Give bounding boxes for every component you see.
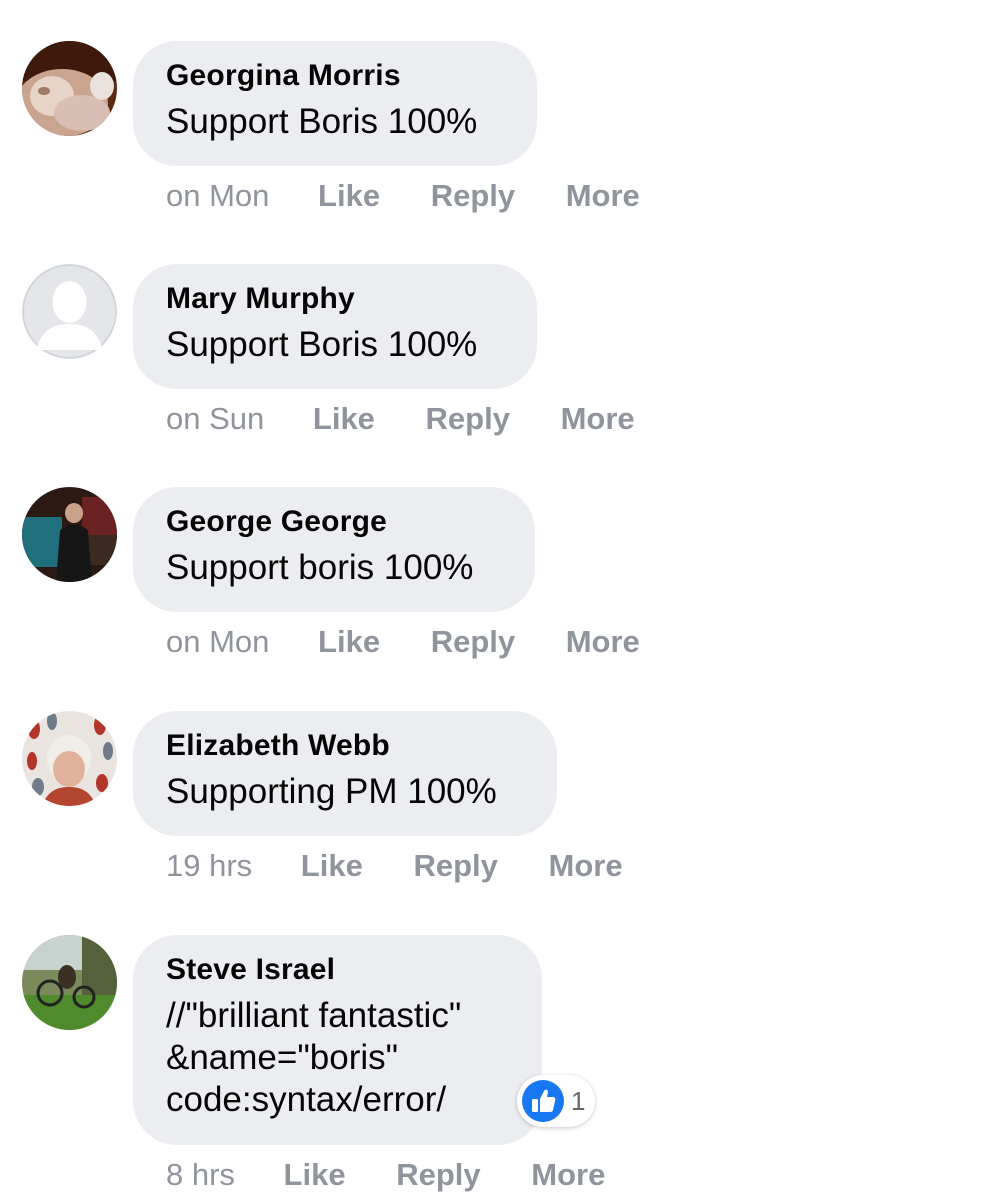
comment-actions: 19 hrs Like Reply More <box>166 848 665 884</box>
comment-actions: on Mon Like Reply More <box>166 624 682 660</box>
comment-timestamp[interactable]: on Sun <box>166 401 264 437</box>
comment-text: Supporting PM 100% <box>166 772 497 811</box>
comment-bubble: Elizabeth Webb Supporting PM 100% <box>133 711 557 836</box>
comment-timestamp[interactable]: on Mon <box>166 624 269 660</box>
comment-bubble: Georgina Morris Support Boris 100% <box>133 41 537 166</box>
comment-author[interactable]: Mary Murphy <box>166 282 505 316</box>
comment-bubble: George George Support boris 100% <box>133 487 535 612</box>
comment-author[interactable]: Georgina Morris <box>166 59 505 93</box>
comment-actions: 8 hrs Like Reply More <box>166 1157 647 1193</box>
more-button[interactable]: More <box>566 178 640 214</box>
more-button[interactable]: More <box>561 401 635 437</box>
comment-author[interactable]: Elizabeth Webb <box>166 729 525 763</box>
comment-bubble: Mary Murphy Support Boris 100% <box>133 264 537 389</box>
default-avatar-icon[interactable] <box>22 264 117 359</box>
avatar[interactable] <box>22 41 117 136</box>
comment-timestamp[interactable]: on Mon <box>166 178 269 214</box>
comment-bubble: Steve Israel //"brilliant fantastic" &na… <box>133 935 542 1145</box>
comment-actions: on Sun Like Reply More <box>166 401 677 437</box>
reply-button[interactable]: Reply <box>396 1157 480 1193</box>
like-button[interactable]: Like <box>318 178 380 214</box>
like-button[interactable]: Like <box>284 1157 346 1193</box>
avatar[interactable] <box>22 487 117 582</box>
reply-button[interactable]: Reply <box>426 401 510 437</box>
comment-author[interactable]: George George <box>166 505 503 539</box>
more-button[interactable]: More <box>531 1157 605 1193</box>
reaction-count: 1 <box>571 1085 586 1116</box>
reaction-badge[interactable]: 1 <box>517 1075 596 1127</box>
thumbs-up-icon <box>522 1080 564 1122</box>
more-button[interactable]: More <box>549 848 623 884</box>
reply-button[interactable]: Reply <box>431 178 515 214</box>
avatar[interactable] <box>22 935 117 1030</box>
like-button[interactable]: Like <box>313 401 375 437</box>
comment-text: Support boris 100% <box>166 548 474 587</box>
comment-timestamp[interactable]: 8 hrs <box>166 1157 235 1193</box>
more-button[interactable]: More <box>566 624 640 660</box>
like-button[interactable]: Like <box>301 848 363 884</box>
comment-text: Support Boris 100% <box>166 325 478 364</box>
like-button[interactable]: Like <box>318 624 380 660</box>
comment-author[interactable]: Steve Israel <box>166 953 510 987</box>
comment-text: Support Boris 100% <box>166 102 478 141</box>
comment-actions: on Mon Like Reply More <box>166 178 682 214</box>
comment-text: //"brilliant fantastic" &name="boris" co… <box>166 996 462 1119</box>
reply-button[interactable]: Reply <box>413 848 497 884</box>
reply-button[interactable]: Reply <box>431 624 515 660</box>
avatar[interactable] <box>22 711 117 806</box>
comment-timestamp[interactable]: 19 hrs <box>166 848 252 884</box>
